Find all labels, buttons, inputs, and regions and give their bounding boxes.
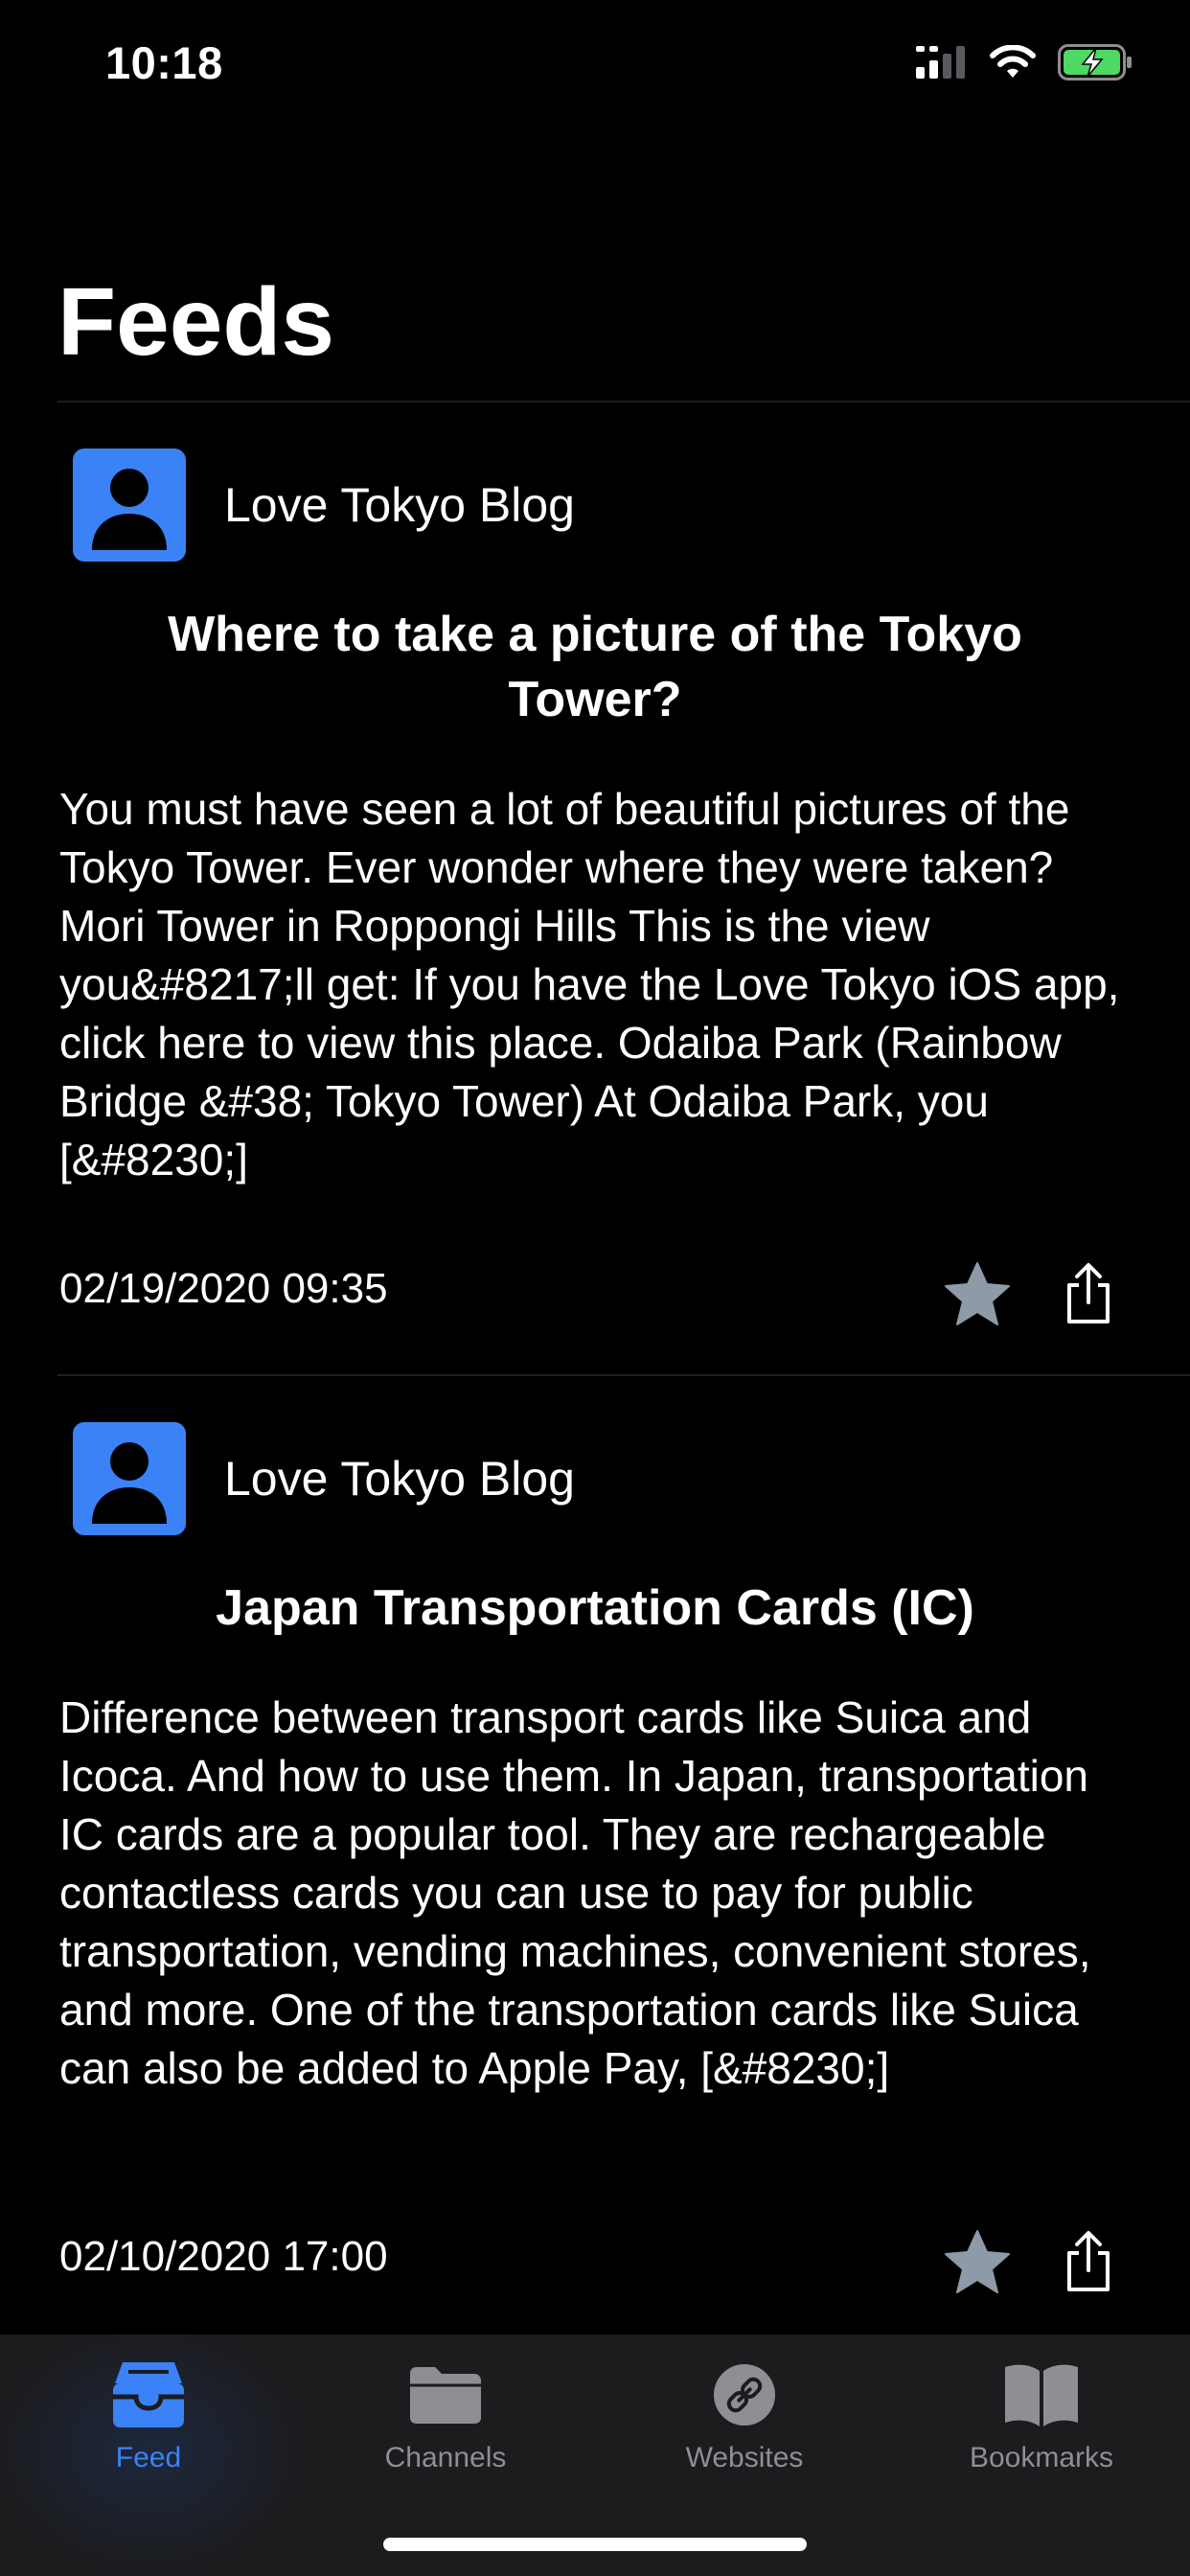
tab-label: Bookmarks xyxy=(969,2442,1114,2473)
tab-label: Feed xyxy=(115,2442,182,2473)
feed-source: Love Tokyo Blog xyxy=(73,1422,575,1535)
feed-item-date: 02/19/2020 09:35 xyxy=(59,1265,388,1312)
source-name: Love Tokyo Blog xyxy=(224,1452,575,1506)
feed-item[interactable]: Love Tokyo Blog Japan Transportation Car… xyxy=(0,1422,1190,2323)
tab-feed[interactable]: Feed xyxy=(29,2358,268,2501)
tab-bookmarks[interactable]: Bookmarks xyxy=(922,2358,1161,2501)
feed-item-title[interactable]: Where to take a picture of the Tokyo Tow… xyxy=(105,602,1085,732)
status-time: 10:18 xyxy=(105,37,223,88)
bookmark-button[interactable] xyxy=(943,1261,1012,1330)
person-avatar-icon xyxy=(73,448,186,562)
folder-icon xyxy=(398,2358,493,2432)
battery-charging-icon xyxy=(1058,44,1133,85)
book-icon xyxy=(994,2358,1089,2432)
feed-divider xyxy=(57,1374,1190,1376)
status-icons xyxy=(916,44,1133,85)
title-divider xyxy=(57,401,1190,402)
feed-item-date: 02/10/2020 17:00 xyxy=(59,2233,388,2280)
feed-item-summary: You must have seen a lot of beautiful pi… xyxy=(59,784,1120,1184)
share-icon xyxy=(1062,1262,1115,1330)
tab-label: Channels xyxy=(384,2442,507,2473)
bookmark-button[interactable] xyxy=(943,2229,1012,2298)
feed-item-summary: Difference between transport cards like … xyxy=(59,1692,1091,2093)
source-name: Love Tokyo Blog xyxy=(224,478,575,532)
share-icon xyxy=(1062,2230,1115,2298)
inbox-tray-icon xyxy=(101,2358,196,2432)
feed-item-title[interactable]: Japan Transportation Cards (IC) xyxy=(105,1576,1085,1641)
star-icon xyxy=(944,1261,1011,1331)
feed-item[interactable]: Love Tokyo Blog Where to take a picture … xyxy=(0,448,1190,1368)
feed-source: Love Tokyo Blog xyxy=(73,448,575,562)
tab-label: Websites xyxy=(685,2442,804,2473)
person-avatar-icon xyxy=(73,1422,186,1535)
share-button[interactable] xyxy=(1060,2229,1117,2298)
link-icon xyxy=(697,2358,792,2432)
share-button[interactable] xyxy=(1060,1261,1117,1330)
page-title: Feeds xyxy=(57,268,335,376)
home-indicator[interactable] xyxy=(383,2538,807,2551)
tab-channels[interactable]: Channels xyxy=(326,2358,565,2501)
wifi-icon xyxy=(989,44,1037,84)
signal-icon xyxy=(916,46,968,83)
tab-websites[interactable]: Websites xyxy=(625,2358,864,2501)
star-icon xyxy=(944,2229,1011,2299)
status-bar: 10:18 xyxy=(0,0,1190,126)
